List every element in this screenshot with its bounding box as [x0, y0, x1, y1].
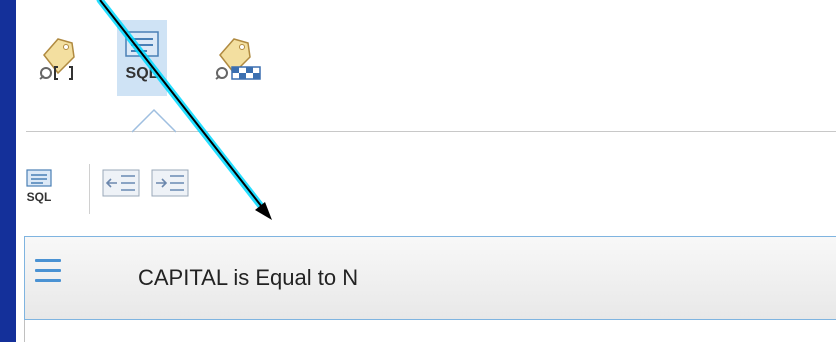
tag-attribute-icon — [39, 38, 75, 80]
attribute-query-button[interactable] — [34, 20, 84, 96]
sql-toggle-button[interactable]: SQL — [25, 168, 53, 208]
clause-field[interactable]: CAPITAL — [138, 265, 227, 290]
sql-icon: SQL — [26, 169, 52, 204]
clause-text[interactable]: CAPITAL is Equal to N — [138, 265, 358, 291]
toolbar-separator — [89, 164, 90, 214]
query-builder-panel: SQL SQL CAPITAL is Equal to N — [16, 0, 836, 342]
selected-mode-caret — [132, 108, 176, 133]
tag-spatial-icon — [215, 38, 261, 80]
indent-right-icon — [151, 169, 189, 197]
sql-query-button[interactable]: SQL — [117, 20, 167, 96]
clause-value[interactable]: N — [342, 265, 358, 290]
next-clause-row — [24, 320, 836, 342]
indent-right-button[interactable] — [150, 168, 190, 203]
query-clause-row[interactable]: CAPITAL is Equal to N — [24, 236, 836, 320]
clause-operator[interactable]: is Equal to — [233, 265, 336, 290]
sql-icon: SQL — [125, 31, 159, 82]
spatial-query-button[interactable] — [212, 20, 262, 96]
sql-mode-label: SQL — [126, 65, 159, 82]
indent-left-icon — [102, 169, 140, 197]
sql-toolbar-label: SQL — [27, 190, 52, 204]
indent-left-button[interactable] — [101, 168, 141, 203]
drag-handle-icon[interactable] — [35, 259, 61, 289]
